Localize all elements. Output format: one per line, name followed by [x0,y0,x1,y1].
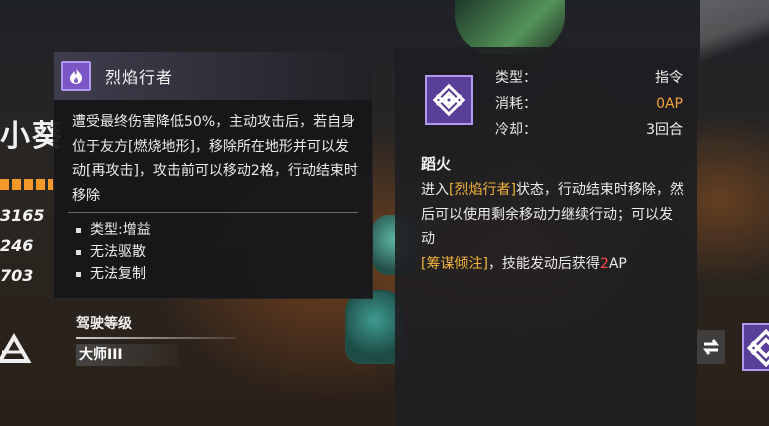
skill-cost-label: 消耗： [495,96,537,112]
status-tooltip: 烈焰行者 遭受最终伤害降低50%，主动攻击后，若自身位于友方[燃烧地形]，移除所… [53,51,373,299]
skill-desc-text: ，技能发动后获得 [487,255,600,272]
divider [76,337,236,339]
status-description: 遭受最终伤害降低50%，主动攻击后，若自身位于友方[燃烧地形]，移除所在地形并可… [72,114,358,204]
status-title: 烈焰行者 [105,68,174,87]
unit-class-icon [0,333,32,363]
status-tag: 无法驱散 [76,241,372,263]
pilot-rank: 驾驶等级 大师III [76,313,236,366]
skill-type-label: 类型： [495,70,537,86]
skill-desc-status-link: [烈焰行者] [449,182,516,198]
stat-value: 703 [0,266,34,285]
pilot-rank-label: 驾驶等级 [76,316,132,332]
status-tag: 类型:增益 [76,219,372,241]
stat-value: 3165 [0,206,45,225]
skill-cooldown-row: 冷却： 3回合 [495,117,683,143]
stat-value: 246 [0,236,34,255]
skill-cost-row: 消耗： 0AP [495,91,683,117]
skill-type-value: 指令 [655,70,683,86]
status-tag: 无法复制 [76,263,372,285]
flame-icon [61,61,91,91]
skill-desc-skill-link: [筹谋倾注] [421,255,488,272]
skill-tooltip: 类型： 指令 消耗： 0AP 冷却： 3回合 蹈火 进入[烈焰行者]状态，行动结… [395,47,697,426]
skill-meta: 类型： 指令 消耗： 0AP 冷却： 3回合 [495,65,683,143]
pilot-rank-value: 大师III [76,344,179,366]
status-tags: 类型:增益 无法驱散 无法复制 [76,219,372,285]
skill-description: 进入[烈焰行者]状态，行动结束时移除，然后可以使用剩余移动力继续行动；可以发动[… [421,178,685,276]
skill-slot-icon[interactable] [742,323,769,371]
divider [68,212,358,213]
status-tooltip-header: 烈焰行者 [54,52,372,100]
skill-desc-text: AP [608,255,627,272]
swap-icon[interactable] [697,330,725,364]
knot-emblem-icon [425,75,473,125]
skill-type-row: 类型： 指令 [495,65,683,91]
skill-name: 蹈火 [421,155,452,173]
hp-bar [0,179,55,190]
background-mech-art [700,0,769,80]
skill-desc-text: 进入 [421,182,449,198]
skill-cost-value: 0AP [656,96,683,112]
skill-desc-ap-number: 2 [599,255,609,272]
skill-cooldown-value: 3回合 [646,122,683,138]
skill-cooldown-label: 冷却： [495,122,537,138]
